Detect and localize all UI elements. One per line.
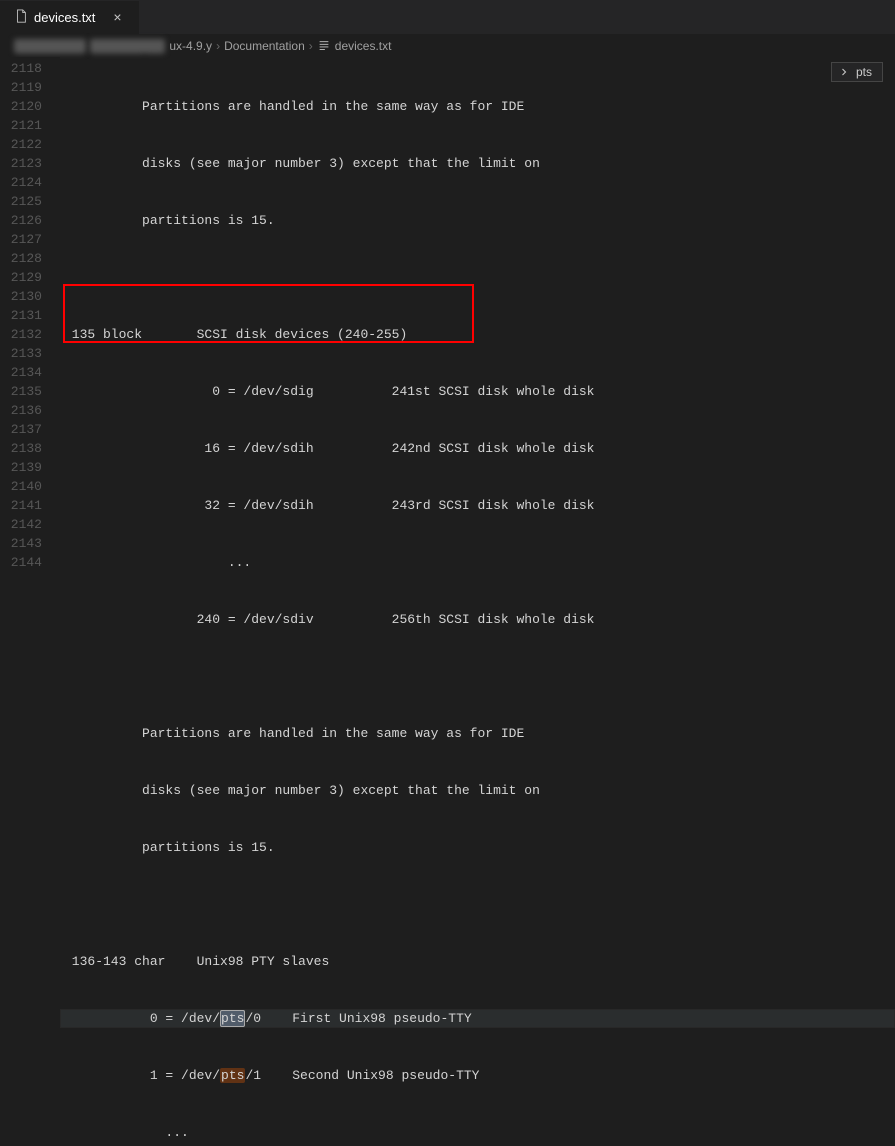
line-number: 2134 bbox=[0, 363, 42, 382]
file-icon bbox=[317, 39, 331, 53]
line-number: 2142 bbox=[0, 515, 42, 534]
line-number: 2129 bbox=[0, 268, 42, 287]
line-number: 2124 bbox=[0, 173, 42, 192]
breadcrumb-seg[interactable]: Documentation bbox=[224, 39, 305, 53]
line-number: 2143 bbox=[0, 534, 42, 553]
line-number: 2137 bbox=[0, 420, 42, 439]
file-icon bbox=[14, 9, 28, 26]
code-line: Partitions are handled in the same way a… bbox=[60, 97, 895, 116]
line-number: 2123 bbox=[0, 154, 42, 173]
breadcrumb-seg[interactable]: ux-4.9.y bbox=[169, 39, 212, 53]
tab-bar: devices.txt × bbox=[0, 0, 895, 35]
line-number: 2138 bbox=[0, 439, 42, 458]
code-line: 0 = /dev/sdig 241st SCSI disk whole disk bbox=[60, 382, 895, 401]
code-line: partitions is 15. bbox=[60, 211, 895, 230]
code-line bbox=[60, 667, 895, 686]
code-line: disks (see major number 3) except that t… bbox=[60, 154, 895, 173]
code-line: 135 block SCSI disk devices (240-255) bbox=[60, 325, 895, 344]
outline-label: pts bbox=[856, 65, 872, 79]
code-line: 1 = /dev/pts/1 Second Unix98 pseudo-TTY bbox=[60, 1066, 895, 1085]
line-gutter: 2118 2119 2120 2121 2122 2123 2124 2125 … bbox=[0, 57, 60, 573]
chevron-right-icon bbox=[838, 66, 850, 78]
line-number: 2141 bbox=[0, 496, 42, 515]
code-line: ... bbox=[60, 553, 895, 572]
code-line: Partitions are handled in the same way a… bbox=[60, 724, 895, 743]
breadcrumb-seg[interactable]: devices.txt bbox=[335, 39, 392, 53]
line-number: 2139 bbox=[0, 458, 42, 477]
code-line: 16 = /dev/sdih 242nd SCSI disk whole dis… bbox=[60, 439, 895, 458]
code-line bbox=[60, 268, 895, 287]
tab-filename: devices.txt bbox=[34, 10, 95, 25]
line-number: 2133 bbox=[0, 344, 42, 363]
line-number: 2135 bbox=[0, 382, 42, 401]
line-number: 2140 bbox=[0, 477, 42, 496]
chevron-right-icon: › bbox=[309, 39, 313, 53]
code-content[interactable]: Partitions are handled in the same way a… bbox=[60, 57, 895, 573]
outline-widget[interactable]: pts bbox=[831, 62, 883, 82]
code-line bbox=[60, 895, 895, 914]
breadcrumb-hidden: ████████ bbox=[14, 39, 86, 53]
search-match-current: pts bbox=[220, 1010, 245, 1027]
chevron-right-icon: › bbox=[216, 39, 220, 53]
breadcrumb-hidden: ██████ ██ bbox=[90, 39, 165, 53]
line-number: 2118 bbox=[0, 59, 42, 78]
line-number: 2130 bbox=[0, 287, 42, 306]
line-number: 2132 bbox=[0, 325, 42, 344]
code-line: 32 = /dev/sdih 243rd SCSI disk whole dis… bbox=[60, 496, 895, 515]
code-line: 136-143 char Unix98 PTY slaves bbox=[60, 952, 895, 971]
code-line: ... bbox=[60, 1123, 895, 1142]
line-number: 2127 bbox=[0, 230, 42, 249]
editor-tab[interactable]: devices.txt × bbox=[0, 1, 140, 34]
code-line: 240 = /dev/sdiv 256th SCSI disk whole di… bbox=[60, 610, 895, 629]
line-number: 2120 bbox=[0, 97, 42, 116]
code-line-current: 0 = /dev/pts/0 First Unix98 pseudo-TTY bbox=[60, 1009, 895, 1028]
close-icon[interactable]: × bbox=[109, 9, 125, 25]
line-number: 2136 bbox=[0, 401, 42, 420]
editor[interactable]: 2118 2119 2120 2121 2122 2123 2124 2125 … bbox=[0, 57, 895, 573]
line-number: 2131 bbox=[0, 306, 42, 325]
line-number: 2128 bbox=[0, 249, 42, 268]
line-number: 2119 bbox=[0, 78, 42, 97]
line-number: 2122 bbox=[0, 135, 42, 154]
search-match: pts bbox=[220, 1068, 245, 1083]
code-line: partitions is 15. bbox=[60, 838, 895, 857]
code-line: disks (see major number 3) except that t… bbox=[60, 781, 895, 800]
line-number: 2144 bbox=[0, 553, 42, 572]
line-number: 2121 bbox=[0, 116, 42, 135]
line-number: 2126 bbox=[0, 211, 42, 230]
breadcrumb[interactable]: ████████ ██████ ██ ux-4.9.y › Documentat… bbox=[0, 35, 895, 57]
line-number: 2125 bbox=[0, 192, 42, 211]
